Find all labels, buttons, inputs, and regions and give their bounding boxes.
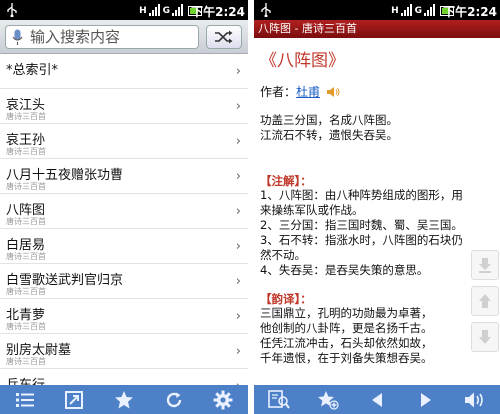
search-text-button[interactable] xyxy=(267,389,291,411)
chevron-right-icon: › xyxy=(235,344,241,359)
poem-detail-screen: H G 下午2:24 八阵图 - 唐诗三百首 《八阵图》 作者：杜甫 功盖三分国… xyxy=(254,0,500,414)
translation-line: 他创制的八卦阵，更是名扬千古。 xyxy=(260,321,433,335)
poem-content: 《八阵图》 作者：杜甫 功盖三分国，名成八阵图。 江流石不转，遗恨失吞吴。 【注… xyxy=(254,38,500,385)
note-item: 3、石不转：指涨水时，八阵图的石块仍然不动。 xyxy=(260,233,463,262)
item-subtitle: 唐诗三百首 xyxy=(6,287,46,296)
arrow-down-icon xyxy=(479,330,491,344)
search-text-icon xyxy=(267,389,290,409)
translation-heading: 【韵译】： xyxy=(260,292,312,306)
list-icon xyxy=(15,392,34,407)
item-subtitle: 唐诗三百首 xyxy=(6,217,46,226)
poem-line: 功盖三分国，名成八阵图。 xyxy=(260,113,398,127)
item-subtitle: 唐诗三百首 xyxy=(6,322,46,331)
sound-icon xyxy=(465,392,484,407)
scroll-up-button[interactable] xyxy=(471,286,499,316)
chevron-right-icon: › xyxy=(235,134,241,149)
network-type-icon: G xyxy=(414,6,422,16)
list-item[interactable]: 白雪歌送武判官归京 唐诗三百首 › xyxy=(0,264,248,299)
bottom-toolbar xyxy=(0,385,248,414)
network-type-icon: H xyxy=(139,6,146,16)
window-title: 八阵图 - 唐诗三百首 xyxy=(254,20,500,38)
note-item: 4、失吞吴：是吞吴失策的意思。 xyxy=(260,263,429,277)
settings-button[interactable] xyxy=(212,389,234,411)
search-field[interactable] xyxy=(5,25,199,49)
item-title: 兵车行 xyxy=(6,374,45,385)
author-link[interactable]: 杜甫 xyxy=(296,85,320,99)
note-item: 1、八阵图：由八种阵势组成的图形，用来操练军队或作战。 xyxy=(260,188,463,217)
shuffle-icon xyxy=(215,30,233,44)
next-button[interactable] xyxy=(414,389,438,411)
author-line: 作者：杜甫 xyxy=(260,83,340,100)
prev-icon xyxy=(371,392,382,407)
item-subtitle: 唐诗三百首 xyxy=(6,252,46,261)
item-subtitle: 唐诗三百首 xyxy=(6,357,46,366)
search-input[interactable] xyxy=(30,28,190,46)
clock: 下午2:24 xyxy=(191,5,245,19)
star-icon xyxy=(114,390,133,408)
item-subtitle: 唐诗三百首 xyxy=(6,147,46,156)
clock: 下午2:24 xyxy=(443,5,497,19)
list-item[interactable]: 别房太尉墓 唐诗三百首 › xyxy=(0,334,248,369)
list-item[interactable]: *总索引* › xyxy=(0,54,248,89)
list-item[interactable]: 八月十五夜赠张功曹 唐诗三百首 › xyxy=(0,159,248,194)
chevron-right-icon: › xyxy=(235,169,241,184)
arrow-up-icon xyxy=(479,294,491,308)
add-favorite-icon xyxy=(317,390,339,410)
chevron-right-icon: › xyxy=(235,239,241,254)
poem-list: *总索引* › 哀江头 唐诗三百首 › 哀王孙 唐诗三百首 › 八月十五夜赠张功曹 唐诗三百… xyxy=(0,54,248,385)
add-favorite-button[interactable] xyxy=(316,389,340,411)
scroll-down-button[interactable] xyxy=(471,322,499,352)
favorites-button[interactable] xyxy=(113,389,135,411)
translation-line: 千年遗恨，在于刘备失策想吞吴。 xyxy=(260,351,433,365)
index-screen: H G 下午2:24 *总索引*› 哀江头唐诗三百首› 哀王孙唐诗三百首› 八月… xyxy=(0,0,248,414)
open-button[interactable] xyxy=(63,389,85,411)
list-button[interactable] xyxy=(14,389,36,411)
microphone-icon[interactable] xyxy=(12,29,23,46)
status-bar: H G 下午2:24 xyxy=(254,0,500,20)
chevron-right-icon: › xyxy=(235,99,241,114)
bottom-toolbar xyxy=(254,385,500,414)
chevron-right-icon: › xyxy=(235,64,241,79)
translation-line: 任凭江流冲击，石头却依然如故， xyxy=(260,336,433,350)
refresh-icon xyxy=(166,392,181,407)
network-type-icon: G xyxy=(162,6,170,16)
item-subtitle: 唐诗三百首 xyxy=(6,112,46,121)
list-item[interactable]: 八阵图 唐诗三百首 › xyxy=(0,194,248,229)
next-icon xyxy=(421,392,432,407)
translation-line: 三国鼎立，孔明的功勋最为卓著， xyxy=(260,306,433,320)
gear-icon xyxy=(213,390,233,409)
shuffle-button[interactable] xyxy=(206,25,242,49)
item-subtitle: 唐诗三百首 xyxy=(6,182,46,191)
refresh-button[interactable] xyxy=(163,389,185,411)
usb-icon xyxy=(7,3,17,17)
speaker-icon[interactable] xyxy=(326,86,340,98)
chevron-right-icon: › xyxy=(235,274,241,289)
search-bar xyxy=(0,20,248,54)
network-type-icon: H xyxy=(391,6,398,16)
notes-heading: 【注解】： xyxy=(260,174,312,188)
scroll-bottom-button[interactable] xyxy=(471,250,499,280)
sound-button[interactable] xyxy=(463,389,487,411)
author-label: 作者： xyxy=(260,85,297,99)
list-item[interactable]: 兵车行› xyxy=(0,369,248,385)
list-item[interactable]: 北青萝 唐诗三百首 › xyxy=(0,299,248,334)
item-title: *总索引* xyxy=(6,63,59,78)
previous-button[interactable] xyxy=(365,389,389,411)
chevron-right-icon: › xyxy=(235,204,241,219)
scroll-controls xyxy=(470,250,500,358)
list-item[interactable]: 哀江头 唐诗三百首 › xyxy=(0,89,248,124)
poem-line: 江流石不转，遗恨失吞吴。 xyxy=(260,128,398,142)
chevron-right-icon: › xyxy=(235,309,241,324)
list-item[interactable]: 白居易 唐诗三百首 › xyxy=(0,229,248,264)
arrow-down-bar-icon xyxy=(479,258,491,273)
poem-title: 《八阵图》 xyxy=(260,51,345,71)
list-item[interactable]: 哀王孙 唐诗三百首 › xyxy=(0,124,248,159)
status-bar: H G 下午2:24 xyxy=(0,0,248,20)
open-external-icon xyxy=(65,390,84,409)
usb-icon xyxy=(261,3,271,17)
note-item: 2、三分国：指三国时魏、蜀、吴三国。 xyxy=(260,218,463,232)
